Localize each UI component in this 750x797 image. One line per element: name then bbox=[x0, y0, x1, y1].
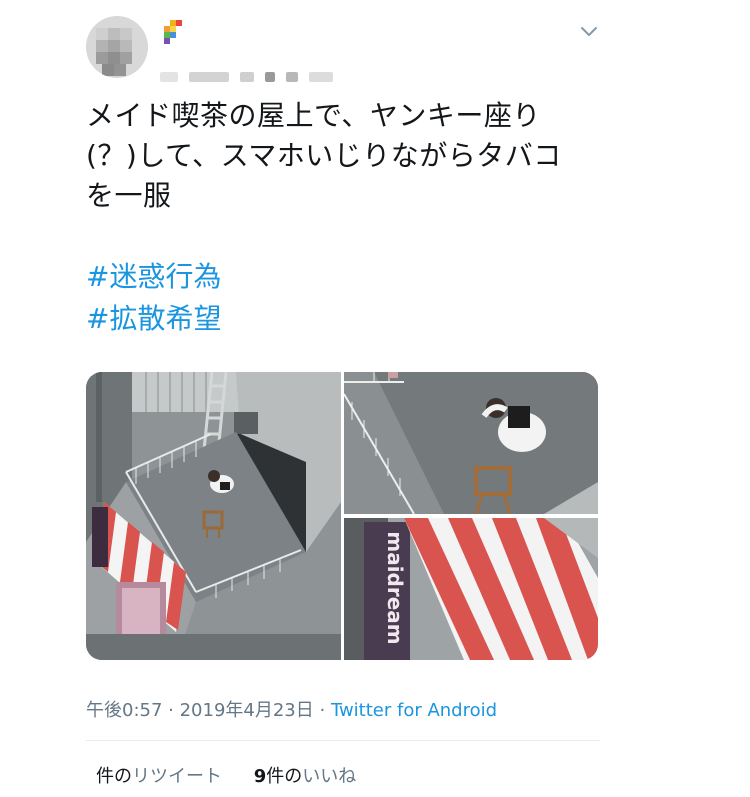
hashtag-link[interactable]: #迷惑行為 bbox=[86, 256, 221, 298]
likes-prefix: 件の bbox=[266, 766, 303, 787]
rainbow-flag-icon bbox=[164, 20, 182, 44]
photo-maid-closeup[interactable] bbox=[344, 372, 598, 514]
retweets-label: リツイート bbox=[132, 766, 222, 787]
blurred-handle bbox=[160, 66, 339, 82]
chevron-down-icon[interactable] bbox=[576, 22, 602, 42]
avatar[interactable] bbox=[86, 16, 148, 78]
timestamp[interactable]: 午後0:57 · 2019年4月23日 bbox=[86, 700, 314, 721]
engagement-stats: 件のリツイート 9件のいいね bbox=[96, 762, 356, 788]
tweet-text: メイド喫茶の屋上で、ヤンキー座り (？)して、スマホいじりながらタバコ を一服 bbox=[86, 96, 606, 216]
tweet-text-line: (？)して、スマホいじりながらタバコ bbox=[86, 139, 562, 172]
media-grid: maidream bbox=[86, 372, 598, 660]
retweets-stat[interactable]: 件のリツイート bbox=[96, 762, 222, 788]
likes-label: いいね bbox=[302, 766, 357, 787]
tweet-text-line: メイド喫茶の屋上で、ヤンキー座り bbox=[86, 99, 541, 132]
tweet-card: メイド喫茶の屋上で、ヤンキー座り (？)して、スマホいじりながらタバコ を一服 … bbox=[0, 0, 750, 797]
hashtag-link[interactable]: #拡散希望 bbox=[86, 298, 221, 340]
tweet-meta: 午後0:57 · 2019年4月23日 · Twitter for Androi… bbox=[86, 696, 497, 722]
retweets-prefix: 件の bbox=[96, 766, 132, 787]
user-identity[interactable] bbox=[160, 16, 410, 82]
hashtag-list: #迷惑行為 #拡散希望 bbox=[86, 256, 221, 340]
likes-count: 9 bbox=[253, 766, 267, 787]
photo-awning-closeup[interactable]: maidream bbox=[344, 518, 598, 660]
photo-rooftop-overview[interactable] bbox=[86, 372, 341, 660]
source-link[interactable]: Twitter for Android bbox=[331, 700, 497, 721]
tweet-text-line: を一服 bbox=[86, 179, 172, 212]
likes-stat[interactable]: 9件のいいね bbox=[254, 762, 357, 788]
meta-separator: · bbox=[313, 700, 331, 721]
divider bbox=[86, 740, 600, 741]
store-sign-text: maidream bbox=[383, 531, 407, 644]
